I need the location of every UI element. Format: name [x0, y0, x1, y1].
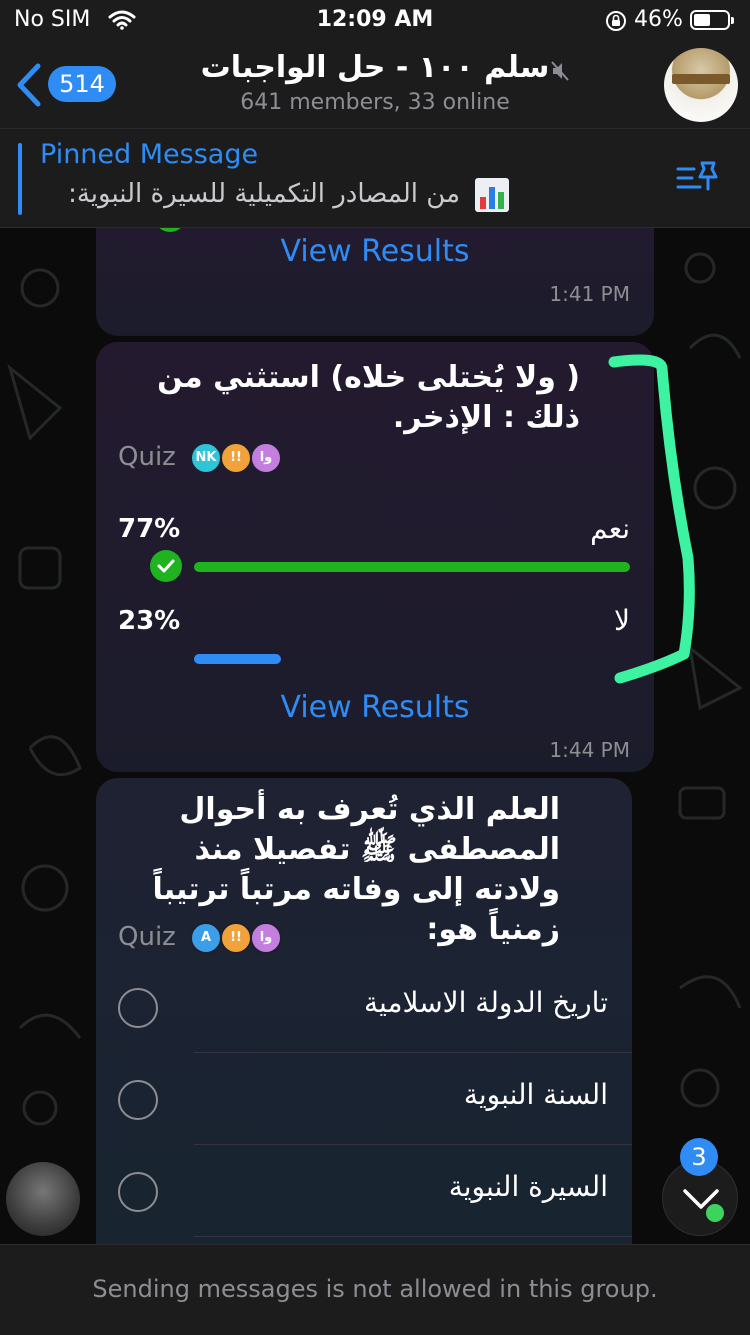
- quiz-type-label: Quiz: [118, 922, 176, 952]
- status-bar: No SIM 12:09 AM 46%: [0, 0, 750, 42]
- option-result-bar: [194, 654, 281, 664]
- quiz-message[interactable]: ( ولا يُختلى خلاه) استثني من ذلك : الإذخ…: [96, 342, 654, 772]
- message-time: 1:41 PM: [549, 282, 630, 306]
- pinned-message-bar[interactable]: Pinned Message من المصادر التكميلية للسي…: [0, 129, 750, 228]
- voter-avatar: !!: [220, 442, 252, 474]
- quiz-question: العلم الذي تُعرف به أحوال المصطفى ﷺ تفصي…: [152, 792, 561, 947]
- voter-avatar: !!: [220, 922, 252, 954]
- pinned-title: Pinned Message: [40, 139, 259, 170]
- option-label[interactable]: تاريخ الدولة الاسلامية: [364, 986, 608, 1019]
- online-indicator: [704, 1202, 726, 1224]
- option-radio[interactable]: [118, 988, 158, 1028]
- restricted-notice: Sending messages is not allowed in this …: [92, 1275, 658, 1303]
- option-label[interactable]: السنة النبوية: [464, 1078, 608, 1111]
- quiz-message[interactable]: العلم الذي تُعرف به أحوال المصطفى ﷺ تفصي…: [96, 778, 632, 1244]
- quiz-question: ( ولا يُختلى خلاه) استثني من ذلك : الإذخ…: [157, 360, 580, 435]
- chat-title[interactable]: سلم ١٠٠ - حل الواجبات: [150, 50, 600, 85]
- poll-message-previous[interactable]: View Results 1:41 PM: [96, 228, 654, 336]
- voter-avatar: وا: [250, 442, 282, 474]
- group-avatar[interactable]: [664, 48, 738, 122]
- sender-avatar[interactable]: [6, 1162, 80, 1236]
- bar-chart-icon: [475, 178, 509, 212]
- option-radio[interactable]: [118, 1080, 158, 1120]
- chat-area[interactable]: View Results 1:41 PM ( ولا يُختلى خلاه) …: [0, 228, 750, 1244]
- option-divider: [194, 1236, 632, 1237]
- back-chevron-icon[interactable]: [14, 62, 44, 108]
- quiz-type-label: Quiz: [118, 442, 176, 472]
- option-result-bar: [194, 562, 630, 572]
- orientation-lock-icon: [606, 11, 626, 31]
- chat-members-status: 641 members, 33 online: [240, 90, 510, 115]
- option-percent: 23%: [118, 606, 181, 636]
- view-results-button[interactable]: View Results: [96, 234, 654, 269]
- correct-check-icon: [150, 550, 182, 582]
- option-divider: [194, 1144, 632, 1145]
- pinned-indicator: [18, 143, 22, 215]
- battery-icon: [690, 10, 734, 30]
- voter-avatar: A: [190, 922, 222, 954]
- option-divider: [194, 1052, 632, 1053]
- view-results-button[interactable]: View Results: [96, 690, 654, 725]
- unread-badge: 3: [680, 1138, 718, 1176]
- pinned-text: من المصادر التكميلية للسيرة النبوية:: [68, 179, 460, 209]
- back-unread-count[interactable]: 514: [48, 66, 116, 102]
- battery-percent: 46%: [634, 7, 683, 32]
- message-time: 1:44 PM: [549, 738, 630, 762]
- highlight-bracket-annotation: [608, 354, 695, 684]
- option-percent: 77%: [118, 514, 181, 544]
- chat-header: 514 سلم ١٠٠ - حل الواجبات 641 members, 3…: [0, 42, 750, 129]
- voter-avatar: وا: [250, 922, 282, 954]
- mute-icon: [551, 61, 569, 81]
- option-label[interactable]: السيرة النبوية: [449, 1170, 608, 1203]
- pinned-list-icon[interactable]: [676, 159, 720, 195]
- voter-avatar: NK: [190, 442, 222, 474]
- option-radio[interactable]: [118, 1172, 158, 1212]
- input-area: Sending messages is not allowed in this …: [0, 1244, 750, 1335]
- correct-check-icon: [154, 228, 186, 232]
